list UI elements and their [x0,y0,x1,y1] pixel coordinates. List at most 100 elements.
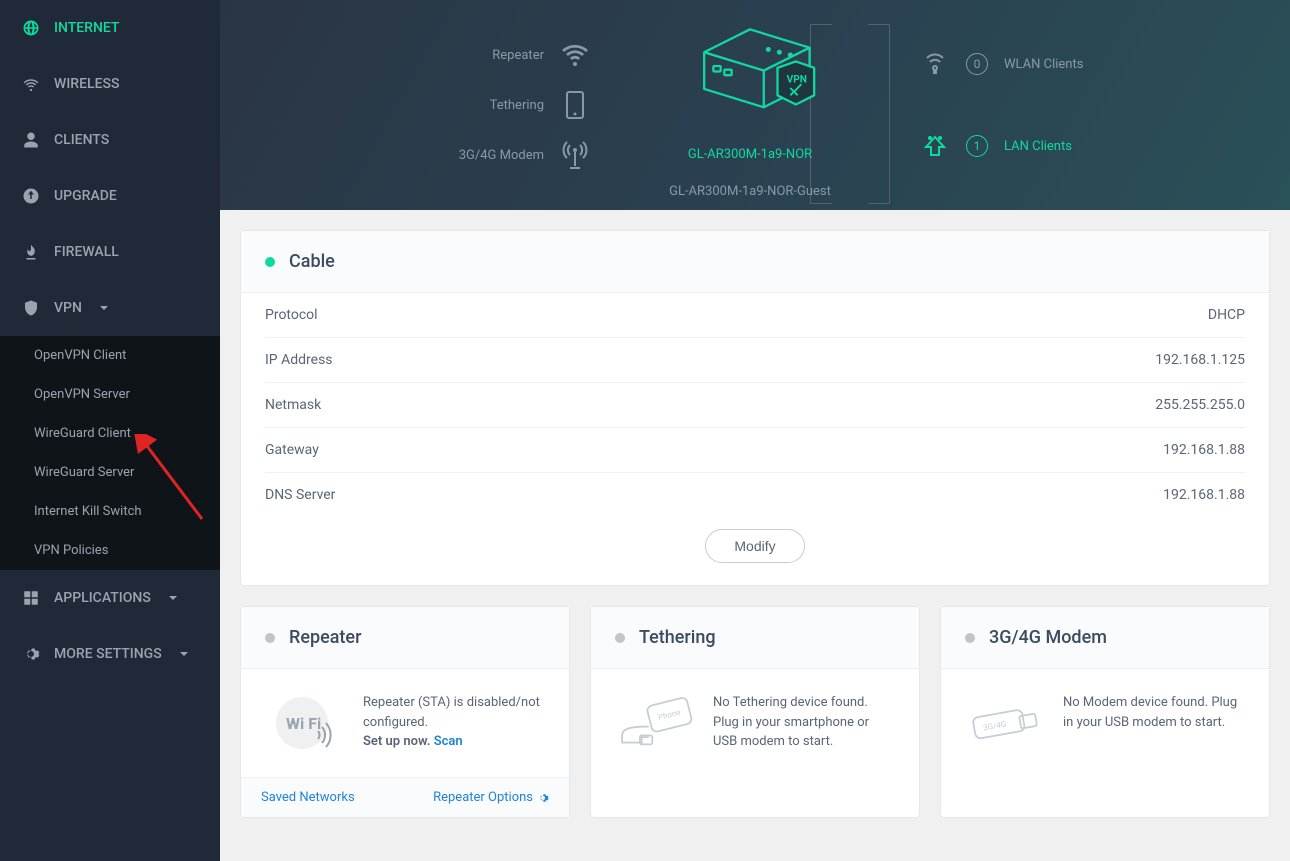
topo-tethering[interactable]: Tethering [490,91,590,119]
kv-key: Netmask [265,397,321,413]
chevron-down-icon [169,596,177,600]
link-text: Repeater Options [433,790,533,805]
firewall-icon [22,243,40,261]
topo-label: Repeater [492,48,544,63]
card-title: Tethering [639,627,716,648]
kv-key: Protocol [265,307,318,323]
kv-row: Netmask 255.255.255.0 [265,383,1245,428]
vpn-submenu: OpenVPN Client OpenVPN Server WireGuard … [0,336,220,570]
chevron-down-icon [180,652,188,656]
topology-header: Repeater Tethering 3G/4G Modem [220,0,1290,210]
nav-label: CLIENTS [54,132,109,148]
gear-icon [22,645,40,663]
nav-more-settings[interactable]: MORE SETTINGS [0,626,220,682]
wifi-badge-icon: Wi Fi [265,693,345,753]
sub-wireguard-server[interactable]: WireGuard Server [0,453,220,492]
status-dot-icon [265,257,275,267]
modify-row: Modify [241,517,1269,585]
nav-label: VPN [54,300,82,316]
nav-wireless[interactable]: WIRELESS [0,56,220,112]
card-header: Cable [241,231,1269,293]
topo-center: VPN GL-AR300M-1a9-NOR GL-AR300M-1a9-NOR-… [620,0,880,210]
card-body: 3G/4G No Modem device found. Plug in you… [941,669,1269,817]
wlan-count: 0 [966,53,988,75]
card-title: 3G/4G Modem [989,627,1107,648]
nav-vpn[interactable]: VPN [0,280,220,336]
topo-lan-clients[interactable]: 1 LAN Clients [920,132,1072,160]
tower-icon [560,141,590,169]
kv-row: Gateway192.168.1.88 [265,428,1245,473]
lan-count: 1 [966,135,988,157]
card-header: 3G/4G Modem [941,607,1269,669]
nav-label: MORE SETTINGS [54,646,162,662]
nav-applications[interactable]: APPLICATIONS [0,570,220,626]
scan-link[interactable]: Scan [434,734,463,749]
repeater-text: Repeater (STA) is disabled/not configure… [363,693,545,752]
phone-icon [560,91,590,119]
sidebar: INTERNET WIRELESS CLIENTS UPGRADE FIREWA… [0,0,220,861]
topo-label: 3G/4G Modem [459,148,544,163]
topo-right: 0 WLAN Clients 1 LAN Clients [880,0,1290,210]
kv-key: IP Address [265,352,333,368]
upgrade-icon [22,187,40,205]
nav-internet[interactable]: INTERNET [0,0,220,56]
nav-label: APPLICATIONS [54,590,151,606]
kv-val: 192.168.1.88 [1163,487,1245,503]
lan-icon [920,132,950,160]
content: Cable Protocol DHCP IP Address192.168.1.1… [220,210,1290,861]
cable-rows: Protocol DHCP IP Address192.168.1.125 Net… [241,293,1269,517]
saved-networks-link[interactable]: Saved Networks [261,790,355,805]
svg-text:Phone: Phone [657,708,681,722]
text-strong: Set up now. [363,734,430,749]
kv-row: DNS Server 192.168.1.88 [265,473,1245,517]
main: Repeater Tethering 3G/4G Modem [220,0,1290,861]
card-header: Tethering [591,607,919,669]
topo-wlan-clients[interactable]: 0 WLAN Clients [920,50,1083,78]
kv-val: DHCP [1208,307,1245,323]
cable-card: Cable Protocol DHCP IP Address192.168.1.1… [240,230,1270,586]
sub-openvpn-server[interactable]: OpenVPN Server [0,375,220,414]
sub-openvpn-client[interactable]: OpenVPN Client [0,336,220,375]
kv-row: IP Address192.168.1.125 [265,338,1245,383]
tethering-text: No Tethering device found. Plug in your … [713,693,895,752]
topo-modem[interactable]: 3G/4G Modem [459,141,590,169]
repeater-card: Repeater Wi Fi Repeater (STA) is disable… [240,606,570,818]
phone-cable-icon: Phone [615,693,695,753]
cards-grid: Repeater Wi Fi Repeater (STA) is disable… [240,606,1270,818]
kv-val: 192.168.1.88 [1163,442,1245,458]
router-icon: VPN [675,11,825,121]
kv-key: DNS Server [265,487,335,503]
topo-label: WLAN Clients [1004,57,1083,72]
router-guest-name: GL-AR300M-1a9-NOR-Guest [669,184,831,199]
topo-repeater[interactable]: Repeater [492,41,590,69]
wlan-icon [920,50,950,78]
nav-label: WIRELESS [54,76,119,92]
card-title: Repeater [289,627,361,648]
nav-firewall[interactable]: FIREWALL [0,224,220,280]
status-dot-icon [265,633,275,643]
topo-label: LAN Clients [1004,139,1072,154]
card-title: Cable [289,251,335,272]
card-header: Repeater [241,607,569,669]
sub-kill-switch[interactable]: Internet Kill Switch [0,492,220,531]
svg-text:Wi Fi: Wi Fi [286,714,321,733]
text-line: Repeater (STA) is disabled/not configure… [363,695,540,730]
nav-label: FIREWALL [54,244,119,260]
repeater-options-link[interactable]: Repeater Options [433,790,549,805]
kv-val: 255.255.255.0 [1155,397,1245,413]
card-body: Phone No Tethering device found. Plug in… [591,669,919,817]
modem-card: 3G/4G Modem 3G/4G No Modem device found.… [940,606,1270,818]
sub-vpn-policies[interactable]: VPN Policies [0,531,220,570]
kv-row: Protocol DHCP [265,293,1245,338]
usb-modem-icon: 3G/4G [965,693,1045,753]
wifi-icon [22,75,40,93]
topo-left: Repeater Tethering 3G/4G Modem [220,0,620,210]
nav-upgrade[interactable]: UPGRADE [0,168,220,224]
nav-clients[interactable]: CLIENTS [0,112,220,168]
card-footer: Saved Networks Repeater Options [241,777,569,817]
svg-text:VPN: VPN [787,75,807,86]
sub-wireguard-client[interactable]: WireGuard Client [0,414,220,453]
modify-button[interactable]: Modify [705,529,804,563]
grid-icon [22,589,40,607]
wifi-signal-icon [560,41,590,69]
